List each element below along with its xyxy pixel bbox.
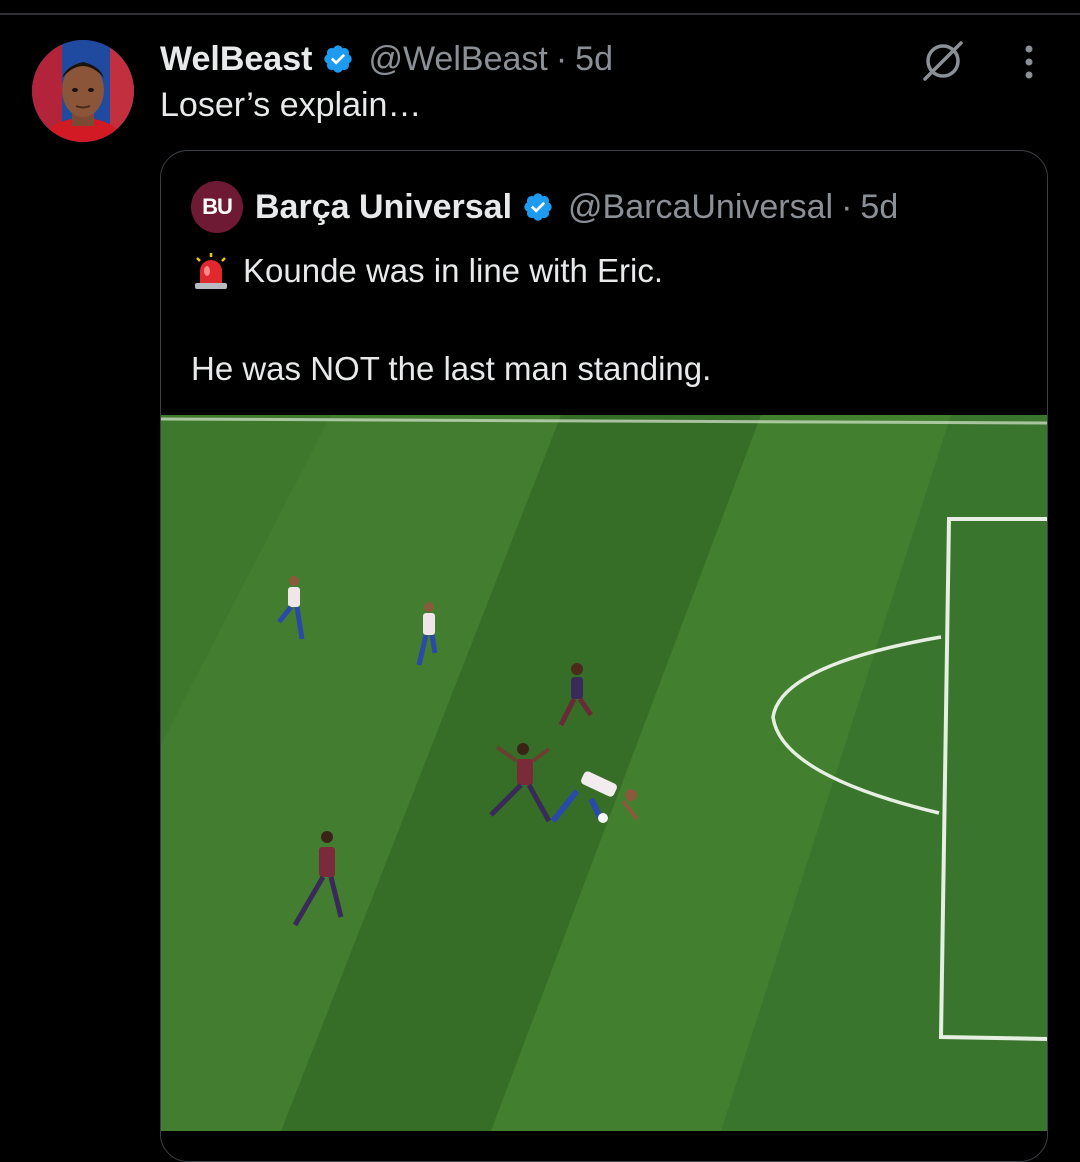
tweet-header: WelBeast @WelBeast · 5d bbox=[160, 36, 613, 82]
separator: · bbox=[555, 39, 568, 78]
quoted-tweet-text: Kounde was in line with Eric. He was NOT… bbox=[191, 247, 1021, 393]
quoted-timestamp[interactable]: 5d bbox=[860, 188, 898, 227]
siren-icon bbox=[195, 253, 227, 289]
author-name[interactable]: WelBeast bbox=[160, 40, 312, 79]
quoted-tweet[interactable]: BU Barça Universal @BarcaUniversal · 5d … bbox=[160, 150, 1048, 1162]
separator: · bbox=[841, 187, 853, 226]
quoted-author-handle[interactable]: @BarcaUniversal bbox=[568, 188, 833, 227]
verified-badge-icon bbox=[524, 193, 552, 221]
quoted-tweet-header: Barça Universal @BarcaUniversal · 5d bbox=[255, 181, 898, 233]
verified-badge-icon bbox=[324, 45, 353, 73]
more-options-icon[interactable] bbox=[1012, 40, 1046, 86]
author-handle[interactable]: @WelBeast bbox=[368, 40, 547, 79]
quoted-text-line2: He was NOT the last man standing. bbox=[191, 350, 712, 387]
tweet-text: Loser’s explain… bbox=[160, 86, 422, 124]
divider bbox=[0, 13, 1080, 15]
grok-icon[interactable] bbox=[918, 38, 968, 84]
quoted-text-line1: Kounde was in line with Eric. bbox=[243, 252, 664, 289]
timestamp[interactable]: 5d bbox=[575, 40, 613, 79]
quoted-avatar[interactable]: BU bbox=[191, 181, 243, 233]
football-pitch-image[interactable] bbox=[161, 415, 1047, 1131]
avatar[interactable] bbox=[32, 40, 134, 142]
quoted-author-name[interactable]: Barça Universal bbox=[255, 188, 512, 227]
